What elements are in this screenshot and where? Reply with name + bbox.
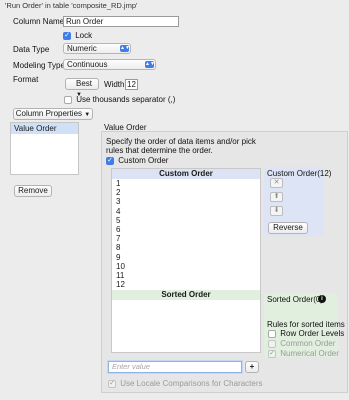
chevron-updown-icon: ▲▼ [145,61,155,68]
width-field[interactable]: 12 [125,79,138,90]
custom-order-item[interactable]: 2 [116,188,260,197]
locale-checkbox[interactable]: ✓ [108,379,116,388]
custom-order-item[interactable]: 12 [116,280,260,289]
modeling-type-value: Continuous [67,60,108,69]
custom-order-item[interactable]: 4 [116,207,260,216]
rule-common-order-label: Common Order [280,339,336,348]
move-up-icon[interactable]: ⬆ [270,192,283,202]
custom-order-checkbox-row[interactable]: ✓ Custom Order [106,156,168,165]
data-type-select[interactable]: Numeric ▲▼ [63,43,131,54]
custom-order-item[interactable]: 6 [116,225,260,234]
data-type-value: Numeric [67,44,97,53]
move-down-icon[interactable]: ⬇ [270,206,283,216]
add-value-button[interactable]: + [245,361,259,373]
locale-checkbox-row[interactable]: ✓ Use Locale Comparisons for Characters [108,379,263,388]
properties-list[interactable]: Value Order [10,122,79,175]
custom-order-item[interactable]: 11 [116,271,260,280]
lock-label: Lock [75,31,93,40]
sorted-order-header: Sorted Order [112,290,260,300]
sorted-order-count: Sorted Order(0) [267,295,324,304]
rule-numerical-order-checkbox[interactable]: ✓ [268,349,276,358]
triangle-down-icon: ▼ [84,112,91,118]
info-icon[interactable]: i [318,295,326,303]
rule-numerical-order-label: Numerical Order [280,349,339,358]
reverse-button[interactable]: Reverse [268,222,308,234]
custom-order-item[interactable]: 3 [116,197,260,206]
thousands-label: Use thousands separator (,) [76,95,176,104]
value-order-description: Specify the order of data items and/or p… [106,137,256,155]
custom-order-checkbox-label: Custom Order [118,156,169,165]
rule-row-order[interactable]: Row Order Levels [268,329,344,338]
width-label: Width [104,80,125,89]
rule-row-order-checkbox[interactable] [268,329,276,338]
order-list[interactable]: Custom Order 1 2 3 4 5 6 7 8 9 10 11 12 Sorted Orde… [111,168,261,353]
rule-common-order[interactable]: Common Order [268,339,335,348]
data-type-label: Data Type [13,45,50,54]
format-value: Best [76,79,93,88]
custom-order-items: 1 2 3 4 5 6 7 8 9 10 11 12 [112,179,260,289]
custom-order-item[interactable]: 8 [116,243,260,252]
custom-order-item[interactable]: 9 [116,253,260,262]
custom-order-item[interactable]: 1 [116,179,260,188]
properties-list-item[interactable]: Value Order [11,123,78,134]
lock-checkbox[interactable]: ✓ [63,31,71,40]
thousands-checkbox[interactable] [64,95,72,104]
custom-order-header: Custom Order [112,169,260,179]
thousands-checkbox-row[interactable]: Use thousands separator (,) [64,95,175,104]
window-title: 'Run Order' in table 'composite_RD.jmp' [5,1,138,10]
delete-icon[interactable]: ✕ [270,178,283,188]
column-properties-button[interactable]: Column Properties ▼ [13,108,93,120]
rule-common-order-checkbox[interactable] [268,339,276,348]
rule-row-order-label: Row Order Levels [280,329,345,338]
modeling-type-label: Modeling Type [13,61,65,70]
rules-label: Rules for sorted items [267,320,345,329]
format-label: Format [13,75,39,84]
custom-order-item[interactable]: 5 [116,216,260,225]
custom-order-item[interactable]: 7 [116,234,260,243]
column-name-label: Column Name [13,17,65,26]
column-properties-label: Column Properties [15,109,83,118]
custom-order-count: Custom Order(12) [267,169,332,178]
chevron-updown-icon: ▲▼ [120,45,130,52]
locale-label: Use Locale Comparisons for Characters [120,379,263,388]
rule-numerical-order[interactable]: ✓ Numerical Order [268,349,339,358]
custom-order-checkbox[interactable]: ✓ [106,156,114,165]
column-name-field[interactable]: Run Order [63,16,179,27]
remove-button[interactable]: Remove [14,185,52,197]
enter-value-input[interactable]: Enter value [108,361,242,373]
format-menu-button[interactable]: Best ▼ [65,78,99,98]
modeling-type-select[interactable]: Continuous ▲▼ [63,59,156,70]
custom-order-item[interactable]: 10 [116,262,260,271]
lock-checkbox-row[interactable]: ✓ Lock [63,31,92,40]
